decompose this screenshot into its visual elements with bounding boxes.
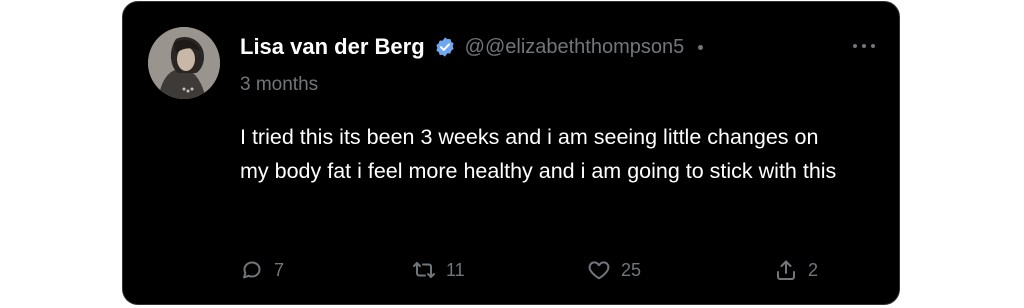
post-text: I tried this its been 3 weeks and i am s… (240, 125, 837, 183)
verified-badge-icon (434, 36, 456, 58)
share-icon (777, 260, 795, 280)
repost-button[interactable]: 11 (412, 256, 465, 284)
post-header: Lisa van der Berg @@elizabeththompson5 (240, 30, 875, 64)
share-count: 2 (808, 259, 819, 280)
post-card[interactable]: Lisa van der Berg @@elizabeththompson5 3… (122, 1, 900, 305)
reply-icon (243, 261, 261, 279)
reply-button[interactable]: 7 (240, 256, 284, 284)
author-name[interactable]: Lisa van der Berg (240, 34, 425, 60)
like-button[interactable]: 25 (587, 256, 641, 284)
repost-count: 11 (446, 259, 465, 280)
more-options-icon[interactable] (853, 36, 875, 56)
separator-dot (698, 44, 704, 50)
share-button[interactable]: 2 (774, 256, 818, 284)
avatar-image (148, 27, 220, 99)
action-bar: 7 11 25 2 (240, 256, 825, 284)
repost-icon (413, 262, 435, 278)
avatar[interactable] (148, 27, 220, 99)
like-count: 25 (621, 259, 642, 280)
reply-count: 7 (274, 259, 285, 280)
post-timestamp[interactable]: 3 months (240, 74, 318, 96)
author-handle[interactable]: @@elizabeththompson5 (465, 36, 685, 59)
heart-icon (588, 261, 610, 280)
